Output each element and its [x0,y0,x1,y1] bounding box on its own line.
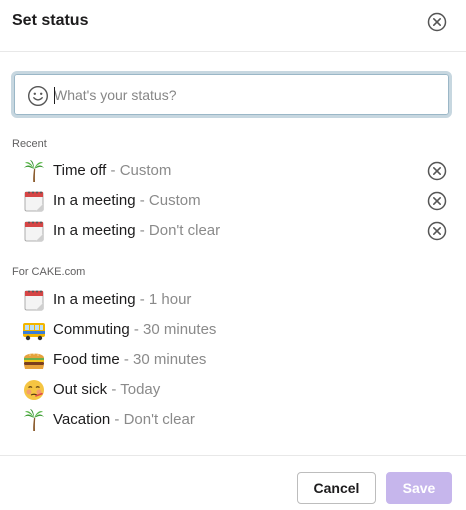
remove-icon[interactable] [427,161,447,181]
text-caret [54,87,55,104]
status-text: Commuting [53,321,130,338]
calendar-icon [22,288,46,312]
remove-icon[interactable] [427,221,447,241]
dialog-header: Set status [0,0,466,52]
status-input[interactable] [54,82,434,108]
status-duration: - Don't clear [110,411,195,428]
workspace-section-label: For CAKE.com [12,266,86,278]
calendar-icon [22,219,46,243]
status-text: Out sick [53,381,108,398]
bus-icon [22,318,46,342]
preset-item-food-time[interactable]: Food time - 30 minutes [0,344,466,374]
status-duration: - 1 hour [135,291,192,308]
calendar-icon [22,189,46,213]
status-text: In a meeting [53,291,136,308]
preset-item-out-sick[interactable]: Out sick - Today [0,374,466,404]
preset-item-meeting[interactable]: In a meeting - 1 hour [0,284,466,314]
recent-item-meeting-dont-clear[interactable]: In a meeting - Don't clear [0,215,466,245]
recent-item-meeting-custom[interactable]: In a meeting - Custom [0,185,466,215]
close-icon[interactable] [427,12,447,32]
remove-icon[interactable] [427,191,447,211]
dialog-footer: Cancel Save [0,455,466,510]
burger-icon [22,348,46,372]
status-text: Time off [53,162,107,179]
sick-face-icon [22,378,46,402]
smiley-face-icon[interactable] [27,85,49,107]
status-text: Vacation [53,411,111,428]
status-duration: - Custom [106,162,172,179]
save-button[interactable]: Save [386,472,452,504]
palm-tree-icon [22,408,46,432]
recent-item-time-off[interactable]: Time off - Custom [0,155,466,185]
cancel-button[interactable]: Cancel [297,472,376,504]
recent-section-label: Recent [12,138,47,150]
status-text: In a meeting [53,192,136,209]
palm-tree-icon [22,159,46,183]
status-text: In a meeting [53,222,136,239]
dialog-title: Set status [12,12,89,29]
set-status-dialog: Set status Recent [0,0,466,510]
status-input-container [11,71,452,118]
status-duration: - Don't clear [135,222,221,239]
status-duration: - 30 minutes [129,321,217,338]
preset-item-vacation[interactable]: Vacation - Don't clear [0,404,466,434]
status-duration: - 30 minutes [119,351,207,368]
status-text: Food time [53,351,120,368]
status-duration: - Today [107,381,161,398]
preset-item-commuting[interactable]: Commuting - 30 minutes [0,314,466,344]
status-duration: - Custom [135,192,201,209]
